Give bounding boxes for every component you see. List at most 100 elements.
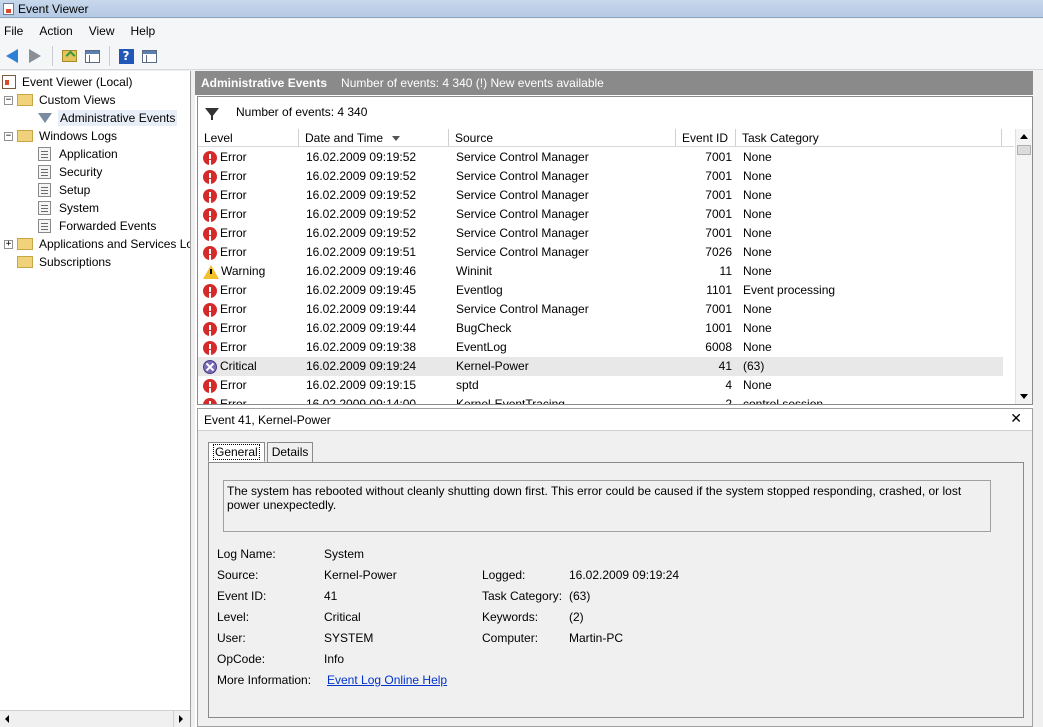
menu-file[interactable]: File: [4, 24, 32, 38]
cell-event-id: 7001: [705, 226, 732, 240]
event-row[interactable]: Error 16.02.2009 09:19:52 Service Control …: [198, 224, 1003, 243]
tree-item-forwarded-events[interactable]: Forwarded Events: [38, 217, 158, 235]
show-hide-tree-button[interactable]: [81, 45, 103, 67]
cell-task-category: None: [743, 340, 772, 354]
log-icon: [38, 183, 51, 197]
events-table-body: Error 16.02.2009 09:19:52 Service Control …: [198, 148, 1014, 404]
value-keywords: (2): [569, 610, 584, 624]
event-log-online-help-link[interactable]: Event Log Online Help: [327, 673, 447, 687]
event-row[interactable]: Error 16.02.2009 09:19:38 EventLog 6008 None: [198, 338, 1003, 357]
column-task-category[interactable]: Task Category: [736, 129, 1002, 147]
cell-level: Error: [203, 243, 247, 262]
back-button[interactable]: [1, 45, 23, 67]
close-icon[interactable]: ✕: [1010, 411, 1022, 427]
error-icon: [203, 226, 217, 241]
collapse-windows-logs-icon[interactable]: −: [4, 132, 13, 141]
tree-item-applications-and-services[interactable]: Applications and Services Lo: [17, 235, 190, 253]
log-icon: [38, 201, 51, 215]
column-level[interactable]: Level: [198, 129, 299, 147]
event-row[interactable]: Error 16.02.2009 09:19:44 Service Control …: [198, 300, 1003, 319]
cell-date: 16.02.2009 09:19:24: [306, 359, 417, 373]
label-computer: Computer:: [482, 631, 539, 645]
cell-task-category: Event processing: [743, 283, 836, 297]
level-text: Error: [220, 245, 247, 259]
tree-horizontal-scrollbar[interactable]: [0, 710, 190, 727]
up-one-level-button[interactable]: [58, 45, 80, 67]
forward-button[interactable]: [24, 45, 46, 67]
tree-item-setup[interactable]: Setup: [38, 181, 92, 199]
level-text: Error: [220, 340, 247, 354]
events-vertical-scrollbar[interactable]: [1015, 129, 1032, 404]
help-button[interactable]: ?: [115, 45, 137, 67]
tree-item-windows-logs[interactable]: Windows Logs: [17, 127, 119, 145]
tree-item-system[interactable]: System: [38, 199, 101, 217]
cell-event-id: 7001: [705, 207, 732, 221]
cell-event-id: 2: [725, 397, 732, 404]
detail-title: Event 41, Kernel-Power: [204, 412, 331, 427]
log-icon: [38, 147, 51, 161]
column-date-and-time[interactable]: Date and Time: [299, 129, 449, 147]
expand-applications-and-services-icon[interactable]: +: [4, 240, 13, 249]
column-source[interactable]: Source: [449, 129, 676, 147]
log-icon: [38, 219, 51, 233]
event-row[interactable]: Error 16.02.2009 09:19:52 Service Control …: [198, 186, 1003, 205]
cell-level: Warning: [203, 262, 265, 281]
tree-item-subscriptions[interactable]: Subscriptions: [17, 253, 113, 271]
cell-source: Kernel-Power: [456, 359, 529, 373]
cell-level: Error: [203, 319, 247, 338]
cell-task-category: None: [743, 321, 772, 335]
tree-item-security[interactable]: Security: [38, 163, 104, 181]
event-row[interactable]: Error 16.02.2009 09:14:00 Kernel-EventTrac…: [198, 395, 1003, 404]
filter-icon: [38, 113, 52, 123]
value-logged: 16.02.2009 09:19:24: [569, 568, 680, 582]
scroll-right-icon[interactable]: [179, 715, 183, 723]
tree-item-custom-views[interactable]: Custom Views: [17, 91, 117, 109]
error-icon: [203, 169, 217, 184]
view-header: Administrative Events Number of events: …: [195, 71, 1033, 95]
scroll-down-icon[interactable]: [1020, 394, 1028, 399]
help-icon: ?: [118, 48, 134, 64]
show-action-pane-button[interactable]: [138, 45, 160, 67]
cell-level: Critical: [203, 357, 257, 376]
cell-source: sptd: [456, 378, 479, 392]
cell-source: Service Control Manager: [456, 226, 589, 240]
scroll-left-icon[interactable]: [5, 715, 9, 723]
label-level: Level:: [217, 610, 250, 624]
scroll-up-icon[interactable]: [1020, 134, 1028, 139]
cell-event-id: 1101: [706, 283, 732, 297]
tree-item-application[interactable]: Application: [38, 145, 120, 163]
subscriptions-icon: [17, 256, 33, 268]
value-source: Kernel-Power: [324, 568, 397, 582]
cell-date: 16.02.2009 09:19:44: [306, 302, 417, 316]
collapse-custom-views-icon[interactable]: −: [4, 96, 13, 105]
event-row[interactable]: Error 16.02.2009 09:19:15 sptd 4 None: [198, 376, 1003, 395]
event-description[interactable]: The system has rebooted without cleanly …: [223, 480, 991, 532]
tab-details[interactable]: Details: [266, 442, 314, 462]
error-icon: [203, 188, 217, 203]
event-row[interactable]: Error 16.02.2009 09:19:45 Eventlog 1101 Even…: [198, 281, 1003, 300]
column-event-id[interactable]: Event ID: [676, 129, 736, 147]
event-row[interactable]: Error 16.02.2009 09:19:44 BugCheck 1001 None: [198, 319, 1003, 338]
cell-source: Service Control Manager: [456, 302, 589, 316]
cell-event-id: 7001: [705, 302, 732, 316]
level-text: Error: [220, 397, 247, 404]
menu-view[interactable]: View: [89, 24, 124, 38]
cell-event-id: 41: [718, 359, 732, 373]
menu-action[interactable]: Action: [39, 24, 81, 38]
tree-item-event-viewer-local[interactable]: Event Viewer (Local): [2, 73, 135, 91]
menu-help[interactable]: Help: [131, 24, 165, 38]
sort-descending-icon: [392, 136, 401, 142]
cell-level: Error: [203, 338, 247, 357]
event-row[interactable]: Critical 16.02.2009 09:19:24 Kernel-Power 4…: [198, 357, 1003, 376]
cell-level: Error: [203, 281, 247, 300]
cell-date: 16.02.2009 09:19:45: [306, 283, 417, 297]
event-row[interactable]: Error 16.02.2009 09:19:51 Service Control …: [198, 243, 1003, 262]
event-row[interactable]: Error 16.02.2009 09:19:52 Service Control …: [198, 205, 1003, 224]
tree-item-administrative-events[interactable]: Administrative Events: [38, 109, 178, 127]
level-text: Error: [220, 169, 247, 183]
event-row[interactable]: Warning 16.02.2009 09:19:46 Wininit 11 None: [198, 262, 1003, 281]
event-row[interactable]: Error 16.02.2009 09:19:52 Service Control …: [198, 148, 1003, 167]
scroll-thumb[interactable]: [1017, 145, 1031, 155]
tab-general[interactable]: General: [208, 442, 265, 462]
event-row[interactable]: Error 16.02.2009 09:19:52 Service Control …: [198, 167, 1003, 186]
